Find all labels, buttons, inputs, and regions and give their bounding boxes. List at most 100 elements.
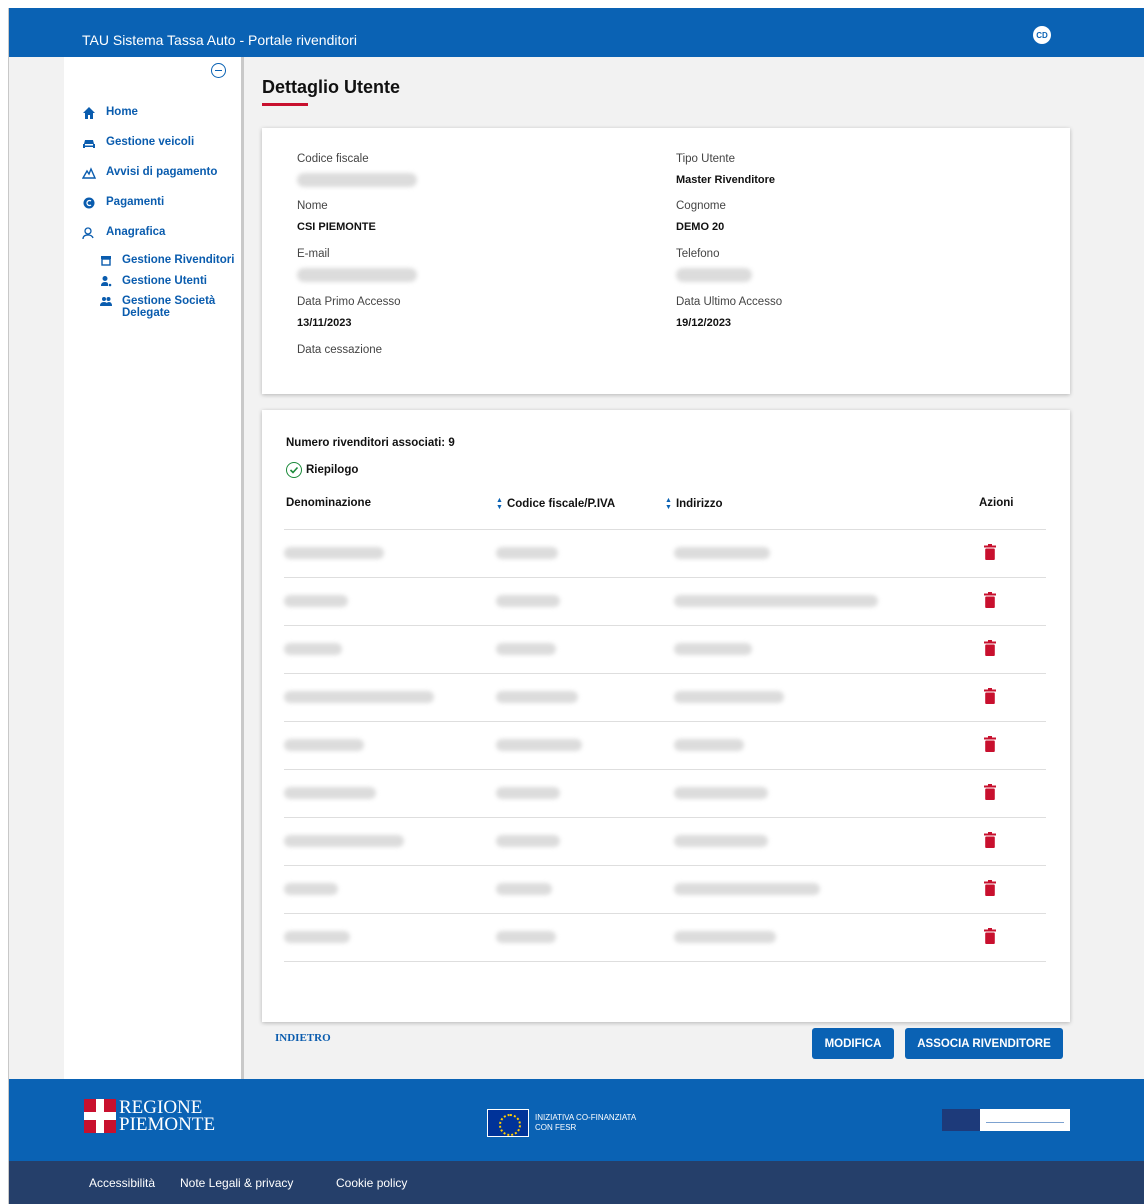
sidebar-item-gestione-rivenditori[interactable]: Gestione Rivenditori bbox=[100, 254, 234, 266]
check-circle-icon bbox=[286, 462, 302, 478]
row-divider bbox=[284, 961, 1046, 962]
redacted-cell bbox=[674, 931, 776, 943]
sidebar-item-gestione-utenti[interactable]: Gestione Utenti bbox=[100, 275, 207, 287]
redacted-cell bbox=[496, 835, 560, 847]
redacted-cell bbox=[496, 547, 558, 559]
car-icon bbox=[83, 140, 95, 148]
redacted-cell bbox=[284, 835, 404, 847]
column-header-label: Codice fiscale/P.IVA bbox=[506, 498, 616, 510]
store-icon bbox=[101, 256, 111, 266]
people-icon bbox=[100, 297, 112, 306]
table-row bbox=[284, 770, 1046, 818]
column-header-denominazione: Denominazione bbox=[286, 497, 371, 509]
column-header-label: Indirizzo bbox=[675, 498, 723, 510]
sidebar-item-gestione-societa[interactable]: Gestione Società Delegate bbox=[100, 295, 230, 319]
redacted-cell bbox=[284, 691, 434, 703]
redacted-cell bbox=[674, 691, 784, 703]
regione-flag-icon bbox=[84, 1099, 116, 1133]
sidebar-item-avvisi[interactable]: Avvisi di pagamento bbox=[82, 166, 217, 180]
table-row bbox=[284, 722, 1046, 770]
sidebar-item-label: Home bbox=[106, 106, 138, 118]
redacted-cell bbox=[284, 787, 376, 799]
top-bar: TAU Sistema Tassa Auto - Portale rivendi… bbox=[9, 8, 1144, 57]
redacted-cell bbox=[496, 931, 556, 943]
page-title: Dettaglio Utente bbox=[262, 77, 401, 97]
regione-line-2: PIEMONTE bbox=[119, 1114, 216, 1135]
column-header-codice-fiscale[interactable]: ▲ ▼ Codice fiscale/P.IVA bbox=[496, 497, 615, 511]
sidebar-item-label: Anagrafica bbox=[106, 226, 166, 238]
table-row bbox=[284, 530, 1046, 578]
partner-logo bbox=[942, 1109, 1070, 1131]
regione-piemonte-logo: REGIONE PIEMONTE bbox=[84, 1098, 216, 1135]
sidebar-item-pagamenti[interactable]: Pagamenti bbox=[82, 196, 164, 210]
partner-logo-line bbox=[986, 1117, 1064, 1123]
sidebar-item-label: Gestione veicoli bbox=[106, 136, 195, 148]
title-underline bbox=[262, 103, 308, 106]
data-ultimo-accesso-label: Data Ultimo Accesso bbox=[676, 296, 783, 308]
user-avatar[interactable]: CD bbox=[1033, 26, 1051, 44]
redacted-cell bbox=[496, 691, 578, 703]
sidebar-item-label: Gestione Rivenditori bbox=[122, 254, 235, 266]
back-button[interactable]: INDIETRO bbox=[275, 1032, 331, 1044]
cognome-label: Cognome bbox=[676, 200, 726, 212]
warning-icon bbox=[82, 167, 96, 179]
footer-link-cookie-policy[interactable]: Cookie policy bbox=[336, 1176, 407, 1190]
sidebar-item-anagrafica[interactable]: Anagrafica bbox=[82, 226, 165, 240]
delete-icon[interactable] bbox=[984, 640, 996, 656]
table-row bbox=[284, 578, 1046, 626]
delete-icon[interactable] bbox=[984, 928, 996, 944]
sort-icon[interactable]: ▲ ▼ bbox=[496, 497, 503, 511]
redacted-cell bbox=[284, 595, 348, 607]
dealers-count: Numero rivenditori associati: 9 bbox=[286, 437, 455, 449]
delete-icon[interactable] bbox=[984, 880, 996, 896]
column-header-indirizzo[interactable]: ▲ ▼ Indirizzo bbox=[665, 497, 723, 511]
redacted-cell bbox=[674, 835, 768, 847]
footer-logos: REGIONE PIEMONTE INIZIATIVA CO-FINANZIAT… bbox=[9, 1079, 1144, 1161]
delete-icon[interactable] bbox=[984, 688, 996, 704]
delete-icon[interactable] bbox=[984, 592, 996, 608]
associate-dealer-button[interactable]: ASSOCIA RIVENDITORE bbox=[905, 1028, 1063, 1059]
eu-line-1: INIZIATIVA CO-FINANZIATA bbox=[535, 1113, 637, 1122]
column-header-label: Denominazione bbox=[286, 497, 371, 509]
user-gear-icon bbox=[101, 276, 112, 287]
redacted-cell bbox=[284, 739, 364, 751]
redacted-cell bbox=[674, 787, 768, 799]
summary-label: Riepilogo bbox=[306, 464, 359, 476]
footer-link-accessibilita[interactable]: Accessibilità bbox=[89, 1176, 155, 1190]
delete-icon[interactable] bbox=[984, 784, 996, 800]
email-label: E-mail bbox=[297, 248, 330, 260]
redacted-cell bbox=[496, 643, 556, 655]
data-ultimo-accesso-value: 19/12/2023 bbox=[676, 317, 732, 329]
data-cessazione-label: Data cessazione bbox=[297, 344, 383, 356]
sidebar: Home Gestione veicoli Avvisi di pagament… bbox=[64, 57, 244, 1079]
user-icon bbox=[82, 227, 94, 240]
redacted-cell bbox=[496, 883, 552, 895]
tipo-utente-value: Master Rivenditore bbox=[676, 174, 776, 186]
codice-fiscale-label: Codice fiscale bbox=[297, 153, 369, 165]
collapse-sidebar-icon[interactable] bbox=[211, 63, 226, 78]
redacted-cell bbox=[496, 739, 582, 751]
summary-toggle[interactable]: Riepilogo bbox=[286, 462, 358, 478]
footer-link-note-legali[interactable]: Note Legali & privacy bbox=[180, 1176, 293, 1190]
delete-icon[interactable] bbox=[984, 832, 996, 848]
sidebar-item-gestione-veicoli[interactable]: Gestione veicoli bbox=[82, 136, 194, 150]
redacted-cell bbox=[674, 739, 744, 751]
sort-icon[interactable]: ▲ ▼ bbox=[665, 497, 672, 511]
sidebar-item-label: Gestione Società Delegate bbox=[122, 295, 216, 319]
telefono-label: Telefono bbox=[676, 248, 720, 260]
codice-fiscale-value-redacted bbox=[297, 173, 417, 187]
delete-icon[interactable] bbox=[984, 736, 996, 752]
sidebar-item-label: Pagamenti bbox=[106, 196, 165, 208]
app-window: TAU Sistema Tassa Auto - Portale rivendi… bbox=[8, 8, 1144, 1204]
edit-button[interactable]: MODIFICA bbox=[812, 1028, 894, 1059]
eu-line-2: CON FESR bbox=[535, 1123, 577, 1132]
eu-fesr-logo: INIZIATIVA CO-FINANZIATA CON FESR bbox=[487, 1109, 636, 1137]
sidebar-item-home[interactable]: Home bbox=[82, 106, 138, 120]
footer-links: Accessibilità Note Legali & privacy Cook… bbox=[9, 1161, 1144, 1204]
cognome-value: DEMO 20 bbox=[676, 221, 725, 233]
redacted-cell bbox=[674, 547, 770, 559]
delete-icon[interactable] bbox=[984, 544, 996, 560]
table-row bbox=[284, 914, 1046, 962]
table-row bbox=[284, 818, 1046, 866]
eu-text: INIZIATIVA CO-FINANZIATA CON FESR bbox=[535, 1113, 636, 1133]
